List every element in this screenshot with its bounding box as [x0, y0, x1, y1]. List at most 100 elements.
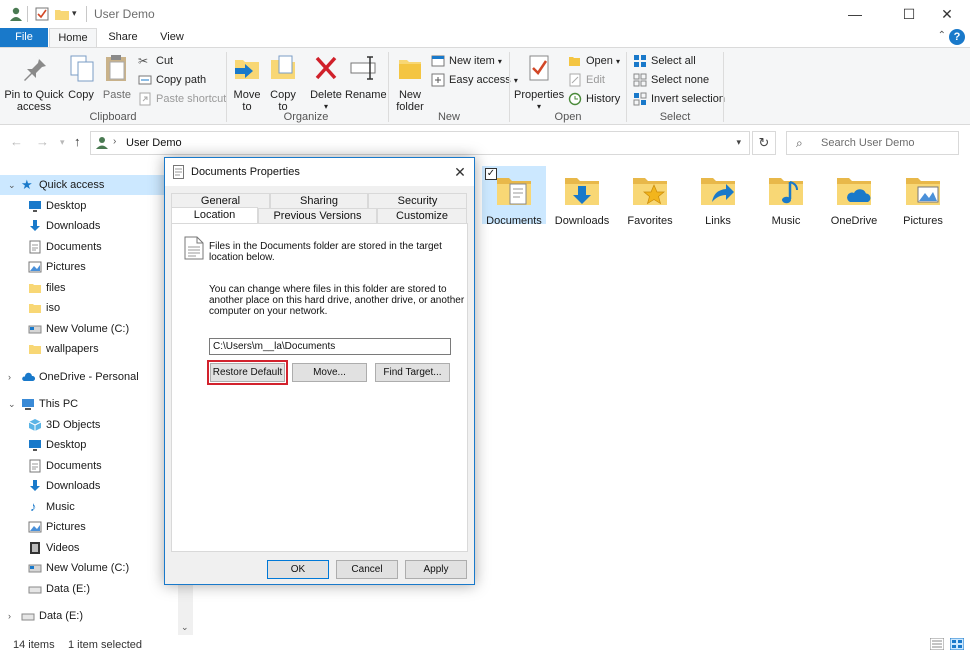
nav-item-desktop[interactable]: Desktop: [0, 196, 180, 216]
nav-item-new-volume-c[interactable]: New Volume (C:): [0, 319, 180, 339]
up-arrow-icon[interactable]: ↑: [74, 134, 81, 149]
select-none-button[interactable]: Select none: [633, 72, 709, 88]
dialog-close-icon[interactable]: ✕: [446, 158, 474, 186]
edit-label: Edit: [586, 74, 605, 86]
folder-favorites[interactable]: Favorites: [618, 166, 682, 224]
properties-button[interactable]: Properties ▾: [514, 52, 564, 113]
select-all-button[interactable]: Select all: [633, 53, 696, 69]
folder-onedrive[interactable]: OneDrive: [822, 166, 886, 224]
selected-count: 1 item selected: [68, 639, 142, 651]
nav-item-videos[interactable]: Videos: [0, 538, 180, 558]
paste-button[interactable]: Paste: [101, 52, 133, 101]
back-arrow-icon[interactable]: ←: [10, 134, 23, 149]
edit-button[interactable]: Edit: [568, 72, 605, 88]
collapse-chevron-icon[interactable]: ⌄: [8, 175, 16, 195]
address-dropdown-icon[interactable]: ▾: [736, 137, 741, 148]
new-folder-button[interactable]: New folder: [393, 52, 427, 113]
address-bar[interactable]: › User Demo ▾: [90, 131, 750, 155]
delete-button[interactable]: Delete ▾: [309, 52, 343, 113]
tab-share[interactable]: Share: [100, 28, 146, 47]
folder-pictures[interactable]: Pictures: [891, 166, 955, 224]
nav-item-files[interactable]: files: [0, 278, 180, 298]
help-icon[interactable]: ?: [949, 29, 965, 45]
user-folder-icon: [8, 6, 24, 22]
address-path[interactable]: User Demo: [126, 137, 182, 149]
nav-item-documents[interactable]: Documents: [0, 237, 180, 257]
new-folder-quick-icon[interactable]: [54, 6, 70, 22]
details-view-icon[interactable]: [930, 638, 944, 650]
open-button[interactable]: Open ▾: [568, 53, 620, 69]
search-icon: ⌕: [796, 136, 803, 151]
nav-item-desktop-pc[interactable]: Desktop: [0, 435, 180, 455]
tab-view[interactable]: View: [150, 28, 194, 47]
large-icons-view-icon[interactable]: [950, 638, 964, 650]
recent-locations-icon[interactable]: ▾: [60, 137, 65, 148]
invert-selection-button[interactable]: Invert selection: [633, 91, 725, 107]
nav-item-pictures[interactable]: Pictures: [0, 257, 180, 277]
copy-path-label: Copy path: [156, 74, 206, 86]
nav-item-3d-objects[interactable]: 3D Objects: [0, 415, 180, 435]
nav-item-downloads-pc[interactable]: Downloads: [0, 476, 180, 496]
copy-path-button[interactable]: Copy path: [138, 72, 206, 88]
apply-button[interactable]: Apply: [405, 560, 467, 579]
nav-item-pictures-pc[interactable]: Pictures: [0, 517, 180, 537]
tab-sharing[interactable]: Sharing: [270, 193, 368, 208]
nav-item-label: Downloads: [46, 216, 100, 236]
new-item-button[interactable]: New item ▾: [431, 53, 502, 69]
nav-item-iso[interactable]: iso: [0, 298, 180, 318]
nav-item-data-e[interactable]: Data (E:): [0, 579, 180, 599]
forward-arrow-icon[interactable]: →: [36, 134, 49, 149]
tab-customize[interactable]: Customize: [377, 208, 467, 223]
nav-item-documents-pc[interactable]: Documents: [0, 456, 180, 476]
paste-shortcut-button[interactable]: Paste shortcut: [138, 91, 226, 107]
copy-to-button[interactable]: Copy to: [267, 52, 299, 113]
dialog-title-bar[interactable]: Documents Properties ✕: [165, 158, 474, 186]
nav-item-label: Documents: [46, 456, 102, 476]
folder-music[interactable]: Music: [754, 166, 818, 224]
nav-data-drive[interactable]: › Data (E:): [0, 606, 180, 626]
search-box[interactable]: ⌕ Search User Demo: [786, 131, 959, 155]
tab-previous-versions[interactable]: Previous Versions: [258, 208, 377, 223]
tab-general[interactable]: General: [171, 193, 270, 208]
nav-this-pc[interactable]: ⌄ This PC: [0, 394, 180, 414]
ok-button[interactable]: OK: [267, 560, 329, 579]
properties-quick-icon[interactable]: [34, 6, 50, 22]
nav-item-music[interactable]: ♪ Music: [0, 497, 180, 517]
breadcrumb-chevron-icon[interactable]: ›: [113, 136, 116, 147]
customize-toolbar-icon[interactable]: ▾: [72, 8, 77, 19]
address-row: ← → ▾ ↑ › User Demo ▾ ↻ ⌕ Search User De…: [0, 128, 970, 158]
folder-links[interactable]: Links: [686, 166, 750, 224]
copy-button[interactable]: Copy: [66, 52, 96, 101]
minimize-icon[interactable]: —: [832, 0, 878, 28]
tab-security[interactable]: Security: [368, 193, 467, 208]
tab-file[interactable]: File: [0, 28, 48, 47]
cut-button[interactable]: ✂ Cut: [138, 53, 173, 69]
tab-home[interactable]: Home: [49, 28, 97, 47]
scroll-down-icon[interactable]: ⌄: [181, 622, 189, 633]
history-button[interactable]: History: [568, 91, 620, 107]
close-icon[interactable]: ✕: [924, 0, 970, 28]
search-placeholder[interactable]: Search User Demo: [821, 137, 915, 149]
easy-access-button[interactable]: Easy access ▾: [431, 72, 518, 88]
expand-chevron-icon[interactable]: ›: [8, 606, 11, 626]
location-path-input[interactable]: C:\Users\m__la\Documents: [209, 338, 451, 355]
move-button[interactable]: Move...: [292, 363, 367, 382]
restore-default-button[interactable]: Restore Default: [210, 363, 285, 382]
nav-item-wallpapers[interactable]: wallpapers: [0, 339, 180, 359]
collapse-chevron-icon[interactable]: ⌄: [8, 394, 16, 414]
folder-downloads[interactable]: Downloads: [550, 166, 614, 224]
chevron-up-icon[interactable]: ⌃: [938, 30, 946, 41]
nav-item-new-volume-c-pc[interactable]: New Volume (C:): [0, 558, 180, 578]
nav-quick-access[interactable]: ⌄ ★ Quick access: [0, 175, 180, 195]
expand-chevron-icon[interactable]: ›: [8, 367, 11, 387]
move-to-button[interactable]: Move to: [231, 52, 263, 113]
nav-onedrive[interactable]: › OneDrive - Personal: [0, 367, 180, 387]
cancel-button[interactable]: Cancel: [336, 560, 398, 579]
folder-documents[interactable]: ✓ Documents: [482, 166, 546, 224]
rename-button[interactable]: Rename: [345, 52, 383, 101]
find-target-button[interactable]: Find Target...: [375, 363, 450, 382]
refresh-icon[interactable]: ↻: [752, 131, 776, 155]
pin-to-quick-access-button[interactable]: Pin to Quick access: [4, 52, 64, 113]
tab-location[interactable]: Location: [171, 207, 258, 224]
nav-item-downloads[interactable]: Downloads: [0, 216, 180, 236]
